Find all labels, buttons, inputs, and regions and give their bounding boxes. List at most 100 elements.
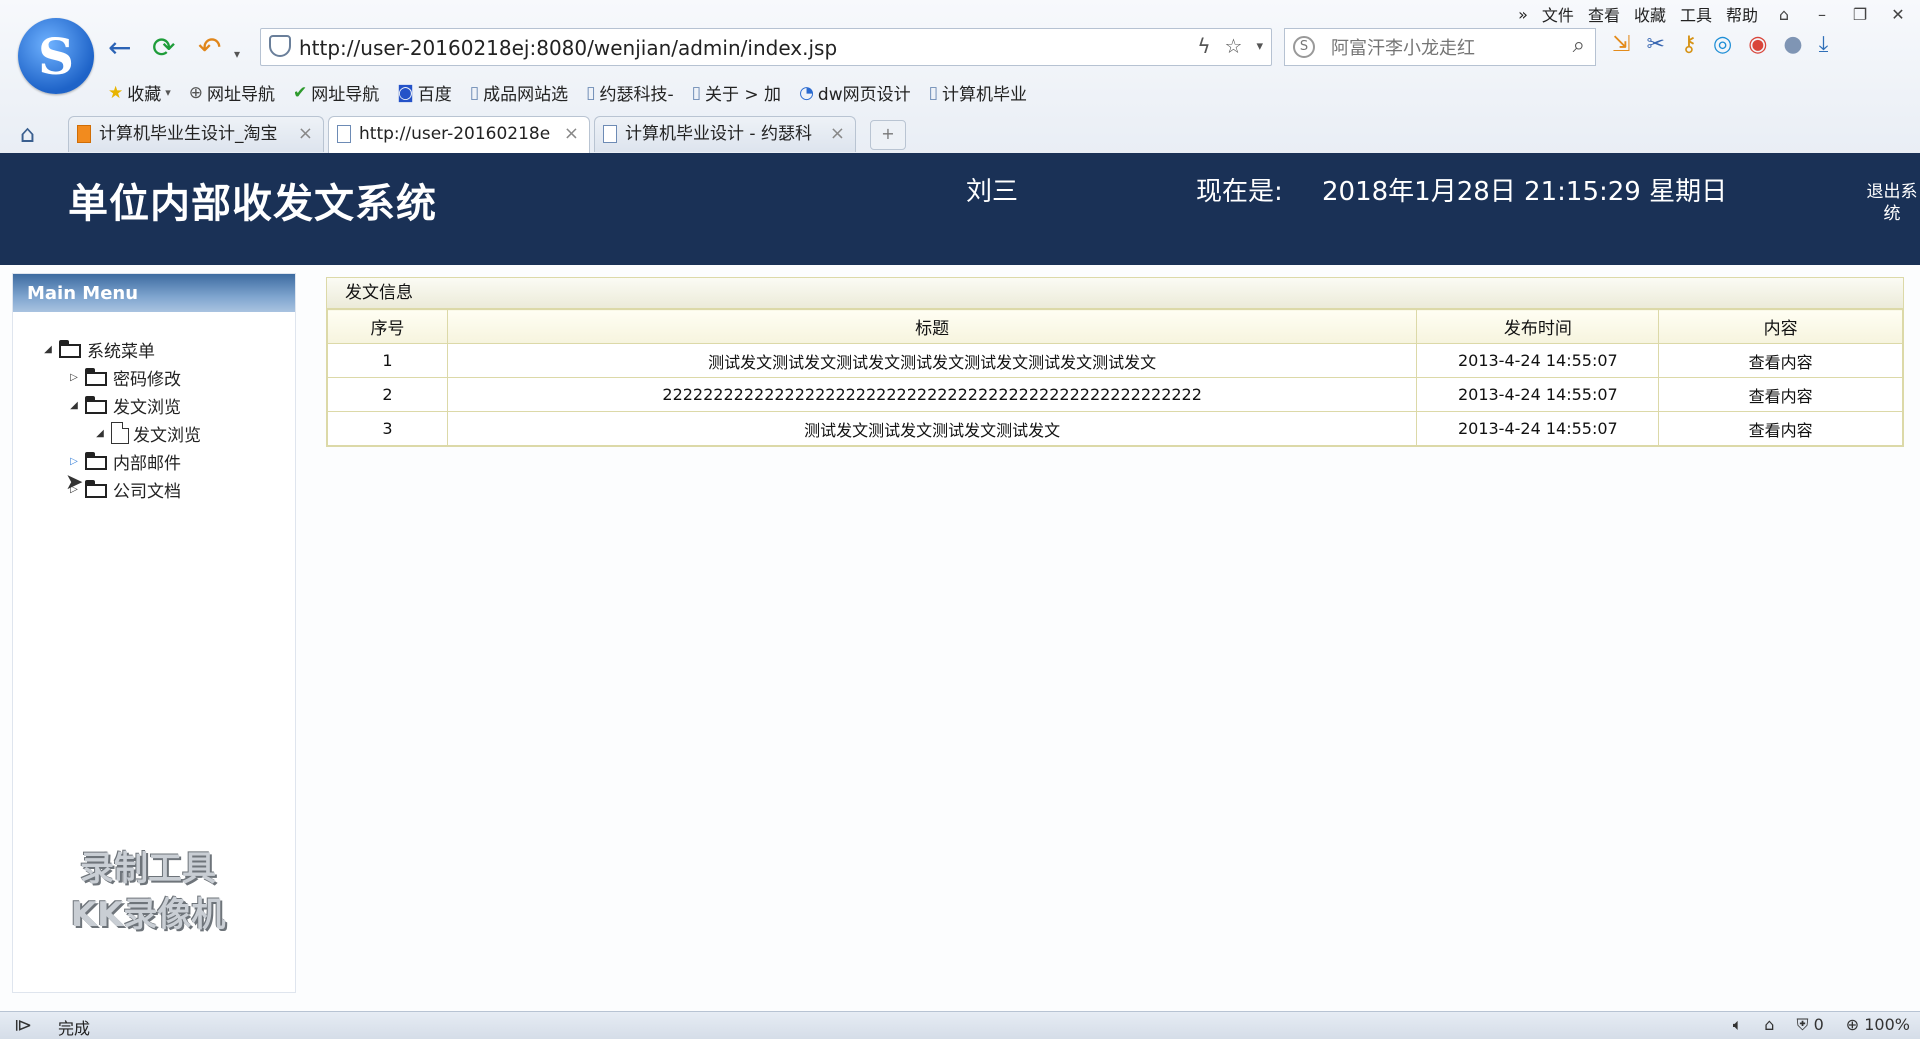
back-arrow-icon[interactable]: ← (108, 30, 131, 66)
cell-time: 2013-4-24 14:55:07 (1416, 411, 1660, 446)
dispatch-panel: 发文信息 序号 标题 发布时间 内容 1 测试发文测试发文测试发文测试发文测试发… (326, 277, 1904, 447)
scissors-icon[interactable]: ✂ (1646, 32, 1664, 57)
close-window-icon[interactable]: ✕ (1886, 5, 1910, 24)
search-icon[interactable]: ⌕ (1573, 33, 1585, 58)
menu-file[interactable]: 文件 (1542, 2, 1574, 26)
menu-tools[interactable]: 工具 (1680, 2, 1712, 26)
skin-icon[interactable]: ⌂ (1772, 5, 1796, 24)
weibo-icon[interactable]: ◉ (1748, 32, 1767, 57)
address-dropdown-icon[interactable]: ▾ (1256, 34, 1263, 60)
more-chevron-icon[interactable]: » (1518, 5, 1528, 24)
column-header-time: 发布时间 (1416, 309, 1660, 344)
cell-time: 2013-4-24 14:55:07 (1416, 377, 1660, 412)
taobao-icon (77, 125, 91, 143)
undo-dropdown-icon[interactable]: ▾ (234, 36, 240, 72)
table-row: 2 22222222222222222222222222222222222222… (327, 377, 1903, 412)
cell-title: 测试发文测试发文测试发文测试发文测试发文测试发文测试发文 (446, 343, 1418, 378)
new-tab-button[interactable]: + (870, 120, 906, 150)
tab-taobao[interactable]: 计算机毕业生设计_淘宝 × (68, 116, 324, 152)
ad-block-counter[interactable]: ⛨ 0 (1796, 1015, 1823, 1035)
shield-icon: ⛨ (1796, 1015, 1809, 1034)
page-icon: ▯ (691, 82, 701, 103)
column-header-content: 内容 (1658, 309, 1903, 344)
share-icon[interactable]: ⇲ (1612, 32, 1630, 57)
tree-item-mail[interactable]: ▷ 内部邮件 (67, 448, 181, 474)
view-content-link[interactable]: 查看内容 (1658, 377, 1903, 412)
bookmark-site-2[interactable]: ▯ 约瑟科技- (586, 80, 674, 106)
cell-no: 1 (327, 343, 448, 378)
column-header-no: 序号 (327, 309, 448, 344)
search-box[interactable]: S ⌕ (1284, 28, 1596, 66)
zoom-icon: ⊕ (1845, 1015, 1860, 1034)
menu-view[interactable]: 查看 (1588, 2, 1620, 26)
tab-close-icon[interactable]: × (830, 117, 845, 151)
table-row: 1 测试发文测试发文测试发文测试发文测试发文测试发文测试发文 2013-4-24… (327, 343, 1903, 378)
expanded-triangle-icon[interactable]: ◢ (41, 344, 55, 355)
lightning-icon[interactable]: ϟ (1197, 34, 1210, 60)
key-icon[interactable]: ⚷ (1681, 32, 1697, 57)
download-icon[interactable]: ⤓ (1819, 32, 1829, 57)
tab-close-icon[interactable]: × (564, 117, 579, 151)
collapsed-triangle-icon[interactable]: ▷ (67, 456, 81, 467)
briefcase-icon[interactable]: ⌂ (1764, 1015, 1774, 1035)
dw-icon: ◔ (799, 82, 814, 103)
status-text: 完成 (58, 1019, 91, 1038)
collapsed-triangle-icon[interactable]: ▷ (67, 372, 81, 383)
content-area: Main Menu ◢ 系统菜单 ▷ 密码修改 ◢ 发文浏览 ◢ 发文浏览 ▷ … (0, 265, 1920, 1011)
search-engine-icon[interactable]: S (1293, 36, 1315, 58)
bookmark-site-4[interactable]: ◔ dw网页设计 (799, 80, 911, 106)
folder-icon (85, 368, 109, 386)
view-content-link[interactable]: 查看内容 (1658, 411, 1903, 446)
folder-icon (85, 480, 109, 498)
main-menu-header: Main Menu (13, 274, 295, 312)
app-header: 单位内部收发文系统 刘三 现在是: 2018年1月28日 21:15:29 星期… (0, 153, 1920, 265)
page-status-icon[interactable]: ⧐ (14, 1015, 32, 1036)
view-content-link[interactable]: 查看内容 (1658, 343, 1903, 378)
tree-item-docs[interactable]: ▷ 公司文档 (67, 476, 181, 502)
logout-link[interactable]: 退出系统 (1864, 181, 1920, 225)
globe-icon: ⊕ (188, 82, 204, 103)
tab-yuese[interactable]: 计算机毕业设计 - 约瑟科 × (594, 116, 856, 152)
favorite-star-icon[interactable]: ☆ (1225, 34, 1243, 60)
cell-no: 2 (327, 377, 448, 412)
home-icon[interactable]: ⌂ (20, 120, 35, 148)
bookmarks-bar: ★ 收藏 ▾ ⊕ 网址导航 ✔ 网址导航 ◙ 百度 ▯ 成品网站选 ▯ 约瑟科技- ▯ 关于 >… (108, 80, 1027, 106)
bookmark-nav-2[interactable]: ✔ 网址导航 (293, 80, 379, 106)
address-bar[interactable]: http://user-20160218ej:8080/wenjian/admi… (260, 28, 1272, 66)
restore-icon[interactable]: ❐ (1848, 5, 1872, 24)
status-bar: ⧐ 完成 🔈︎ ⌂ ⛨ 0 ⊕ 100% (0, 1011, 1920, 1039)
tree-item-browse-leaf[interactable]: ◢ 发文浏览 (93, 420, 201, 446)
expanded-triangle-icon[interactable]: ◢ (93, 428, 107, 439)
page-icon: ▯ (928, 82, 938, 103)
menu-help[interactable]: 帮助 (1726, 2, 1758, 26)
page-icon: ▯ (469, 82, 480, 103)
speaker-icon[interactable]: 🔈︎ (1733, 1015, 1743, 1035)
globe-icon[interactable]: ● (1783, 32, 1802, 57)
menu-favorites[interactable]: 收藏 (1634, 2, 1666, 26)
bookmark-site-1[interactable]: ▯ 成品网站选 (469, 80, 568, 106)
bookmark-nav-1[interactable]: ⊕ 网址导航 (188, 80, 275, 106)
address-text[interactable]: http://user-20160218ej:8080/wenjian/admi… (299, 36, 837, 60)
tab-current[interactable]: http://user-20160218e × (328, 116, 590, 154)
undo-icon[interactable]: ↶ (198, 30, 221, 66)
bookmark-favorites[interactable]: ★ 收藏 ▾ (108, 80, 171, 106)
minimize-icon[interactable]: – (1810, 5, 1834, 24)
search-input[interactable] (1329, 34, 1553, 62)
tree-item-browse-group[interactable]: ◢ 发文浏览 (67, 392, 181, 418)
tree-root[interactable]: ◢ 系统菜单 (41, 336, 155, 362)
bookmark-site-3[interactable]: ▯ 关于 > 加 (691, 80, 781, 106)
browser-app-icon[interactable]: ◎ (1713, 32, 1732, 57)
datetime-value: 2018年1月28日 21:15:29 星期日 (1322, 177, 1728, 207)
cell-title: 测试发文测试发文测试发文测试发文 (446, 411, 1418, 446)
refresh-icon[interactable]: ⟳ (152, 30, 175, 66)
bookmark-baidu[interactable]: ◙ 百度 (397, 80, 452, 106)
tab-close-icon[interactable]: × (298, 117, 313, 151)
security-shield-icon (269, 35, 291, 57)
expanded-triangle-icon[interactable]: ◢ (67, 400, 81, 411)
zoom-control[interactable]: ⊕ 100% (1846, 1015, 1910, 1035)
tree-item-password[interactable]: ▷ 密码修改 (67, 364, 181, 390)
toolbar-icons: ⇲ ✂ ⚷ ◎ ◉ ● ⤓ (1612, 32, 1828, 57)
sidebar: Main Menu ◢ 系统菜单 ▷ 密码修改 ◢ 发文浏览 ◢ 发文浏览 ▷ … (12, 273, 296, 993)
bookmark-site-5[interactable]: ▯ 计算机毕业 (928, 80, 1027, 106)
table-header-row: 序号 标题 发布时间 内容 (327, 309, 1903, 344)
